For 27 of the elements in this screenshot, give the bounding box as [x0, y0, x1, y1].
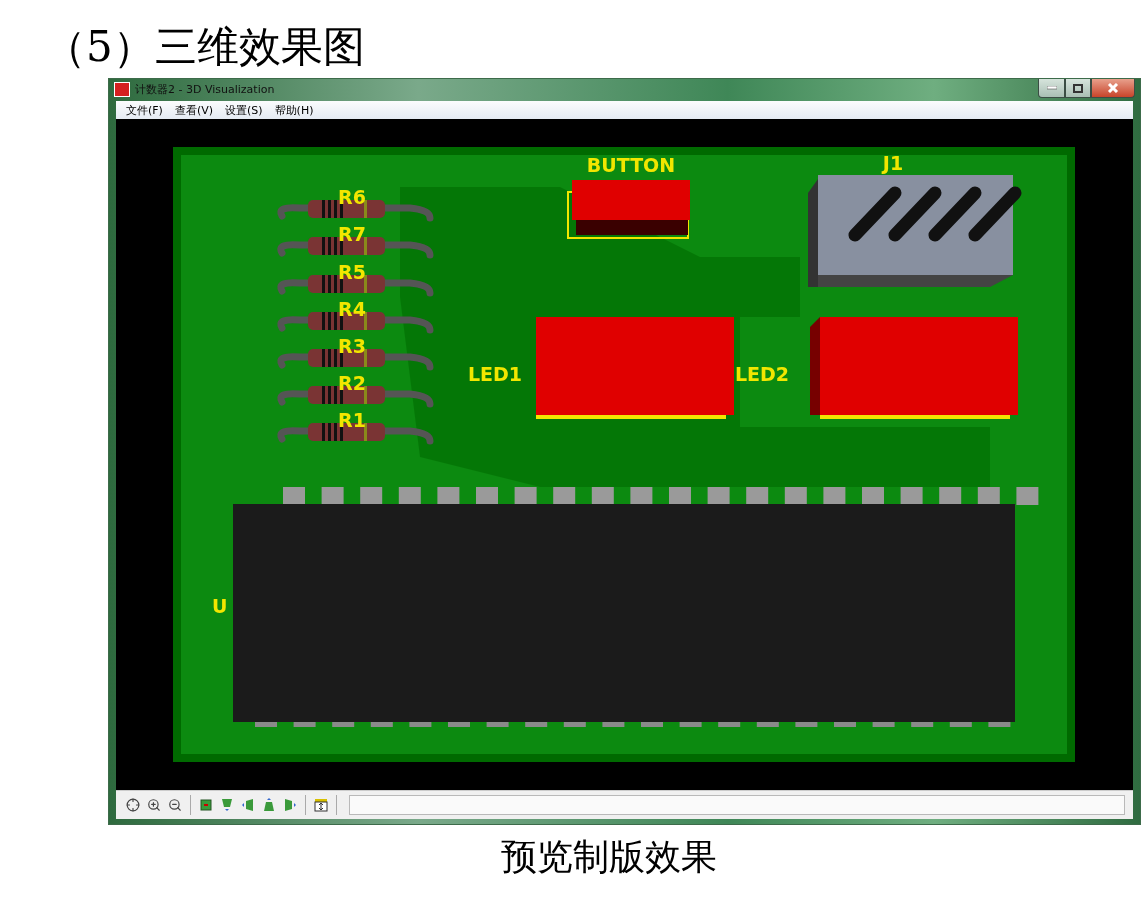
minimize-button[interactable] [1038, 79, 1065, 98]
board-label: R6 [338, 186, 366, 209]
menu-item[interactable]: 查看(V) [168, 102, 220, 118]
window-title: 计数器2 - 3D Visualization [135, 82, 275, 98]
board-label: R5 [338, 261, 366, 284]
clapperboard-icon[interactable] [312, 796, 330, 815]
minimize-icon [1046, 86, 1057, 90]
board-label: R4 [338, 298, 366, 321]
maximize-button[interactable] [1065, 79, 1091, 98]
maximize-icon [1073, 83, 1083, 93]
board-label: BUTTON [586, 154, 676, 177]
board-label: U [212, 595, 228, 618]
board-label: R7 [338, 223, 366, 246]
figure-caption: 预览制版效果 [499, 835, 718, 879]
menu-item[interactable]: 帮助(H) [268, 102, 320, 118]
section-heading: （5）三维效果图 [44, 22, 366, 73]
close-icon [1107, 83, 1119, 93]
board-label: LED1 [468, 363, 523, 386]
menu-item[interactable]: 文件(F) [120, 102, 169, 118]
app-icon [114, 82, 130, 98]
board-label: LED2 [735, 363, 790, 386]
menu-item[interactable]: 设置(S) [219, 102, 269, 118]
board-label: R3 [338, 335, 366, 358]
board-label: J1 [882, 152, 904, 175]
board-label: R1 [338, 409, 366, 432]
close-button[interactable] [1091, 79, 1135, 98]
board-label: R2 [338, 372, 366, 395]
